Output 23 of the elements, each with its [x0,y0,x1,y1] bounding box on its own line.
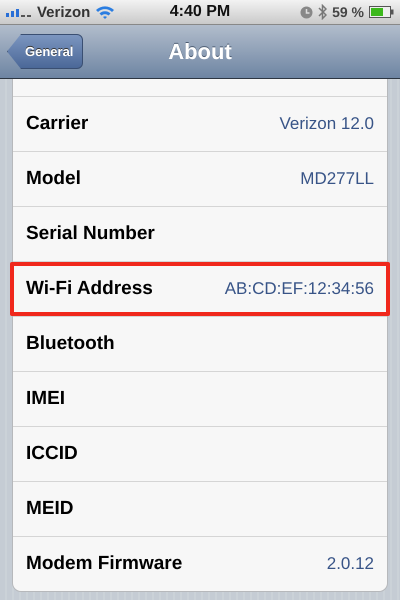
row-label: IMEI [26,388,66,410]
row-label: Wi-Fi Address [26,278,153,300]
row-value: AB:CD:EF:12:34:56 [224,279,374,299]
row-value: Verizon 12.0 [279,114,374,134]
row-value: MD277LL [300,169,374,189]
bluetooth-icon [318,4,328,20]
signal-icon [6,7,32,17]
row-label: Carrier [26,113,88,135]
page-title: About [168,38,232,64]
row-label: Serial Number [26,223,155,245]
row-label: Bluetooth [26,333,115,355]
battery-percent: 59 % [332,4,364,20]
row-label: Model [26,168,81,190]
carrier-name: Verizon [37,4,90,20]
row-label: ICCID [26,443,78,465]
back-button[interactable]: General [7,34,84,69]
row-label: Modem Firmware [26,553,182,575]
row-label: MEID [26,498,74,520]
wifi-icon [95,5,116,19]
row-value: 2.0.12 [326,554,374,574]
clock-time: 4:40 PM [170,3,230,21]
clock-icon [300,6,314,18]
battery-icon [369,6,394,18]
